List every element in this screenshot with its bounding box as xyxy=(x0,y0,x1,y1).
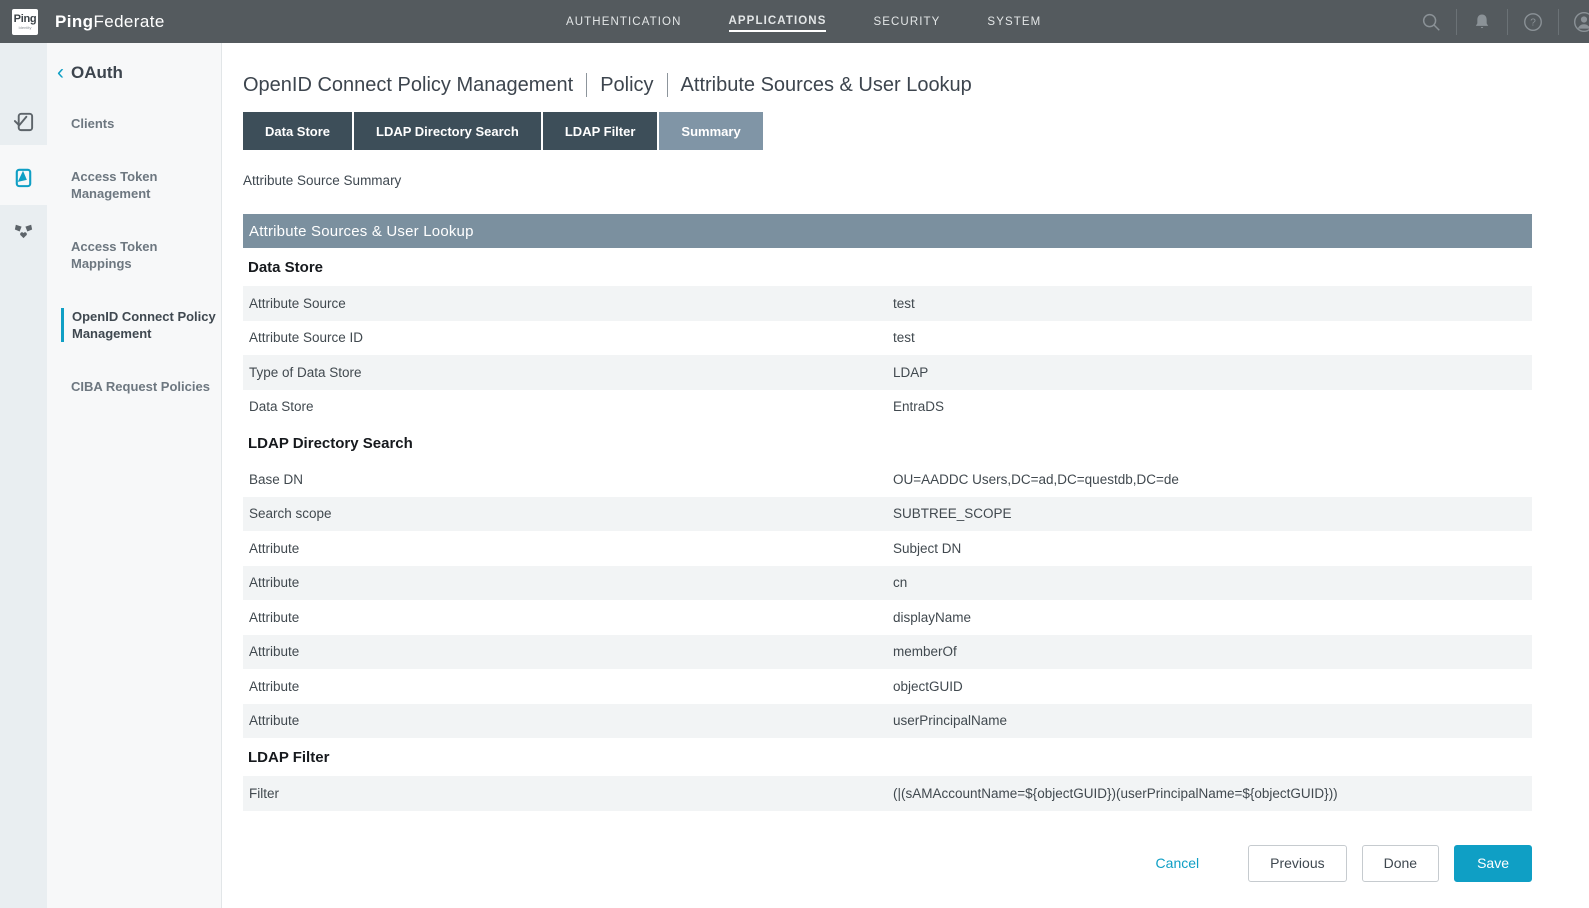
save-button[interactable]: Save xyxy=(1454,845,1532,882)
row-label: Attribute Source ID xyxy=(249,330,893,345)
summary-row: Attribute Source IDtest xyxy=(243,321,1532,356)
sidebar-back-oauth[interactable]: ‹ OAuth xyxy=(57,63,222,83)
row-value: Subject DN xyxy=(893,541,1532,556)
wizard-tabs: Data Store LDAP Directory Search LDAP Fi… xyxy=(243,112,1532,150)
section-title: LDAP Directory Search xyxy=(248,433,1532,454)
row-value: OU=AADDC Users,DC=ad,DC=questdb,DC=de xyxy=(893,472,1532,487)
main-content: OpenID Connect Policy Management Policy … xyxy=(222,43,1589,908)
row-value: test xyxy=(893,330,1532,345)
breadcrumb-divider xyxy=(586,73,587,97)
product-name: PingFederate xyxy=(55,12,165,32)
nav-item-authentication[interactable]: AUTHENTICATION xyxy=(566,12,682,31)
chevron-left-icon: ‹ xyxy=(57,64,64,82)
sidebar-item-access-token-management[interactable]: Access Token Management xyxy=(57,168,217,202)
sidebar: ‹ OAuth Clients Access Token Management … xyxy=(0,43,222,908)
nav-item-system[interactable]: SYSTEM xyxy=(987,12,1041,31)
breadcrumb: OpenID Connect Policy Management Policy … xyxy=(243,73,1532,97)
clipboard-check-icon[interactable] xyxy=(12,110,35,133)
summary-row: Base DNOU=AADDC Users,DC=ad,DC=questdb,D… xyxy=(243,462,1532,497)
summary-row: Type of Data StoreLDAP xyxy=(243,355,1532,390)
summary-row: Attributecn xyxy=(243,566,1532,601)
breadcrumb-segment: Attribute Sources & User Lookup xyxy=(681,74,972,97)
top-nav-bar: Ping Identity PingFederate AUTHENTICATIO… xyxy=(0,0,1589,43)
row-label: Attribute xyxy=(249,644,893,659)
section-title: Data Store xyxy=(248,257,1532,278)
sidebar-icon-rail xyxy=(0,43,47,908)
breadcrumb-segment: Policy xyxy=(600,74,653,97)
svg-text:?: ? xyxy=(1530,17,1536,28)
row-value: displayName xyxy=(893,610,1532,625)
breadcrumb-divider xyxy=(667,73,668,97)
tab-ldap-directory-search[interactable]: LDAP Directory Search xyxy=(354,112,541,150)
nav-divider xyxy=(1456,9,1457,35)
top-nav-icons: ? xyxy=(1418,0,1589,43)
summary-row: AttributedisplayName xyxy=(243,600,1532,635)
summary-sections: Data StoreAttribute SourcetestAttribute … xyxy=(243,257,1532,811)
row-label: Attribute Source xyxy=(249,296,893,311)
row-value: SUBTREE_SCOPE xyxy=(893,506,1532,521)
row-label: Attribute xyxy=(249,610,893,625)
partners-heart-icon[interactable] xyxy=(12,219,35,242)
summary-row: AttributeobjectGUID xyxy=(243,669,1532,704)
footer-actions: Cancel Previous Done Save xyxy=(243,845,1532,882)
nav-divider xyxy=(1507,9,1508,35)
summary-row: Attribute Sourcetest xyxy=(243,286,1532,321)
ping-identity-logo[interactable]: Ping Identity xyxy=(12,9,38,35)
sidebar-panel: ‹ OAuth Clients Access Token Management … xyxy=(47,43,222,908)
row-label: Attribute xyxy=(249,679,893,694)
search-icon[interactable] xyxy=(1418,9,1444,35)
previous-button[interactable]: Previous xyxy=(1248,845,1346,882)
row-value: EntraDS xyxy=(893,399,1532,414)
tab-ldap-filter[interactable]: LDAP Filter xyxy=(543,112,658,150)
nav-item-applications[interactable]: APPLICATIONS xyxy=(729,11,827,32)
sidebar-item-openid-connect-policy-management[interactable]: OpenID Connect Policy Management xyxy=(61,308,221,342)
row-value: memberOf xyxy=(893,644,1532,659)
product-name-bold: Ping xyxy=(55,12,93,31)
row-label: Base DN xyxy=(249,472,893,487)
row-value: objectGUID xyxy=(893,679,1532,694)
sidebar-item-ciba-request-policies[interactable]: CIBA Request Policies xyxy=(57,378,217,395)
summary-row: AttributememberOf xyxy=(243,635,1532,670)
sidebar-section-title: OAuth xyxy=(71,63,123,83)
row-label: Search scope xyxy=(249,506,893,521)
nav-divider xyxy=(1558,9,1559,35)
sidebar-item-clients[interactable]: Clients xyxy=(57,115,217,132)
row-value: test xyxy=(893,296,1532,311)
row-label: Type of Data Store xyxy=(249,365,893,380)
breadcrumb-segment: OpenID Connect Policy Management xyxy=(243,74,573,97)
tab-summary[interactable]: Summary xyxy=(659,112,762,150)
summary-row: Filter(|(sAMAccountName=${objectGUID})(u… xyxy=(243,776,1532,811)
summary-row: AttributeSubject DN xyxy=(243,531,1532,566)
logo-text: Ping xyxy=(14,14,37,25)
sidebar-item-access-token-mappings[interactable]: Access Token Mappings xyxy=(57,238,217,272)
summary-panel-header: Attribute Sources & User Lookup xyxy=(243,214,1532,248)
user-icon[interactable] xyxy=(1571,9,1589,35)
done-button[interactable]: Done xyxy=(1362,845,1439,882)
top-nav-menu: AUTHENTICATION APPLICATIONS SECURITY SYS… xyxy=(566,0,1041,43)
sidebar-items: Clients Access Token Management Access T… xyxy=(57,115,222,395)
summary-row: Search scopeSUBTREE_SCOPE xyxy=(243,497,1532,532)
row-value: cn xyxy=(893,575,1532,590)
pencil-square-icon[interactable] xyxy=(12,166,35,189)
row-value: LDAP xyxy=(893,365,1532,380)
row-label: Filter xyxy=(249,786,893,801)
summary-description: Attribute Source Summary xyxy=(243,173,1532,188)
row-value: (|(sAMAccountName=${objectGUID})(userPri… xyxy=(893,786,1532,801)
row-label: Attribute xyxy=(249,541,893,556)
cancel-link[interactable]: Cancel xyxy=(1156,855,1200,871)
bell-icon[interactable] xyxy=(1469,9,1495,35)
summary-row: Data StoreEntraDS xyxy=(243,390,1532,425)
row-label: Attribute xyxy=(249,575,893,590)
logo-subtext: Identity xyxy=(19,26,32,30)
section-title: LDAP Filter xyxy=(248,747,1532,768)
summary-row: AttributeuserPrincipalName xyxy=(243,704,1532,739)
row-label: Attribute xyxy=(249,713,893,728)
row-label: Data Store xyxy=(249,399,893,414)
row-value: userPrincipalName xyxy=(893,713,1532,728)
nav-item-security[interactable]: SECURITY xyxy=(873,12,940,31)
product-name-rest: Federate xyxy=(93,12,164,31)
tab-data-store[interactable]: Data Store xyxy=(243,112,352,150)
help-icon[interactable]: ? xyxy=(1520,9,1546,35)
